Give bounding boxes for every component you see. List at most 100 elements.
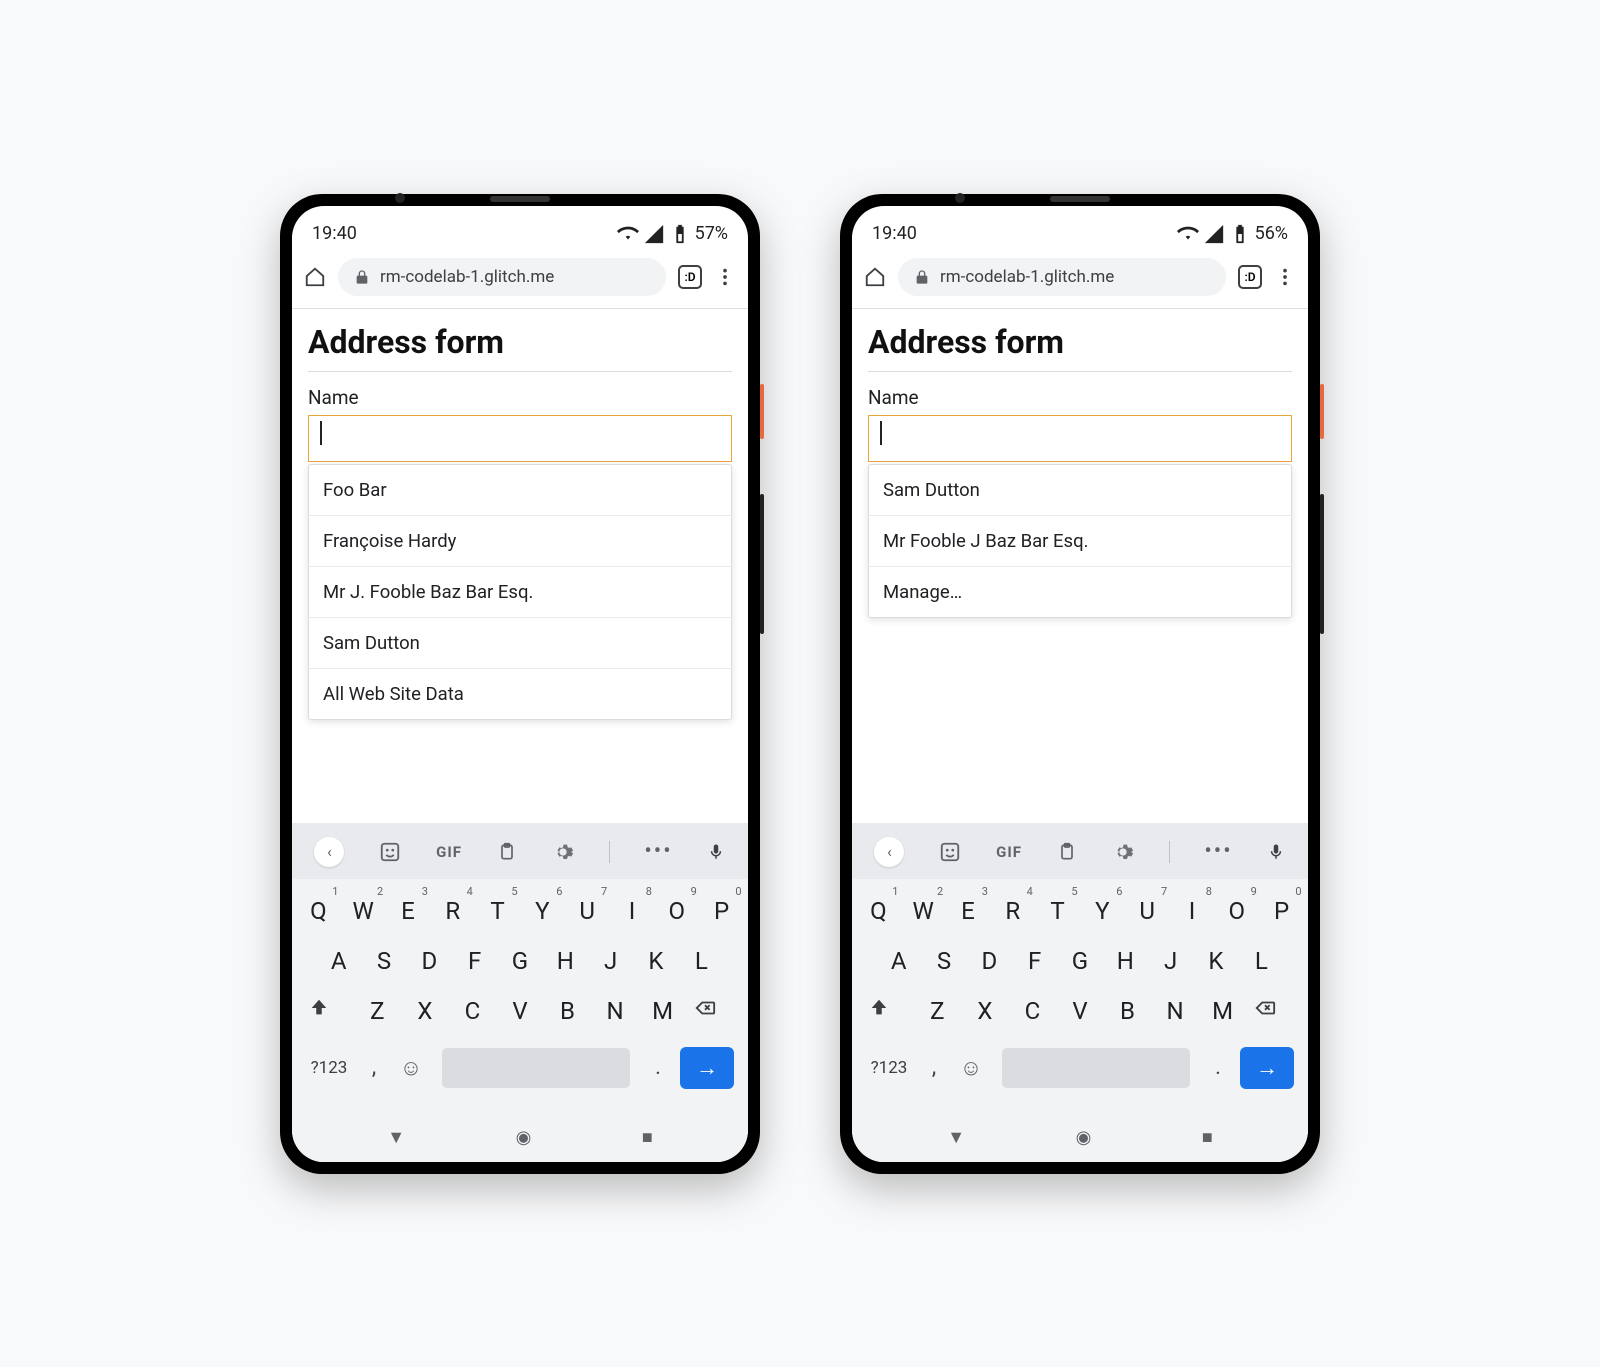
key-i[interactable]: I8 <box>614 897 650 925</box>
mic-icon[interactable] <box>1267 841 1285 863</box>
key-h[interactable]: H <box>1107 947 1143 975</box>
key-o[interactable]: O9 <box>1219 897 1255 925</box>
key-m[interactable]: M <box>1205 997 1241 1025</box>
name-field[interactable] <box>868 415 1292 462</box>
key-u[interactable]: U7 <box>1129 897 1165 925</box>
key-r[interactable]: R4 <box>435 897 471 925</box>
gear-icon[interactable] <box>552 841 574 863</box>
name-field[interactable] <box>308 415 732 462</box>
autofill-item[interactable]: Sam Dutton <box>869 465 1291 516</box>
sticker-icon[interactable] <box>379 841 401 863</box>
key-o[interactable]: O9 <box>659 897 695 925</box>
key-y[interactable]: Y6 <box>524 897 560 925</box>
key-x[interactable]: X <box>407 997 443 1025</box>
autofill-item[interactable]: Foo Bar <box>309 465 731 516</box>
key-t[interactable]: T5 <box>480 897 516 925</box>
sticker-icon[interactable] <box>939 841 961 863</box>
clipboard-icon[interactable] <box>1057 841 1077 863</box>
gif-button[interactable]: GIF <box>996 843 1022 861</box>
key-a[interactable]: A <box>881 947 917 975</box>
home-icon[interactable] <box>304 266 326 288</box>
key-t[interactable]: T5 <box>1040 897 1076 925</box>
key-l[interactable]: L <box>683 947 719 975</box>
url-bar[interactable]: rm-codelab-1.glitch.me <box>338 258 666 296</box>
key-c[interactable]: C <box>1014 997 1050 1025</box>
backspace-key[interactable] <box>1252 997 1292 1025</box>
menu-icon[interactable] <box>714 266 736 288</box>
key-m[interactable]: M <box>645 997 681 1025</box>
key-j[interactable]: J <box>593 947 629 975</box>
enter-key[interactable]: → <box>680 1047 734 1089</box>
key-b[interactable]: B <box>1110 997 1146 1025</box>
key-z[interactable]: Z <box>919 997 955 1025</box>
key-f[interactable]: F <box>457 947 493 975</box>
key-y[interactable]: Y6 <box>1084 897 1120 925</box>
more-icon[interactable]: ••• <box>644 839 672 864</box>
nav-recent-icon[interactable]: ■ <box>1202 1127 1213 1148</box>
key-h[interactable]: H <box>547 947 583 975</box>
nav-recent-icon[interactable]: ■ <box>642 1127 653 1148</box>
key-q[interactable]: Q1 <box>300 897 336 925</box>
key-q[interactable]: Q1 <box>860 897 896 925</box>
key-v[interactable]: V <box>502 997 538 1025</box>
nav-home-icon[interactable]: ◉ <box>516 1127 532 1148</box>
key-k[interactable]: K <box>1198 947 1234 975</box>
key-p[interactable]: P0 <box>1264 897 1300 925</box>
key-v[interactable]: V <box>1062 997 1098 1025</box>
key-r[interactable]: R4 <box>995 897 1031 925</box>
key-j[interactable]: J <box>1153 947 1189 975</box>
key-l[interactable]: L <box>1243 947 1279 975</box>
key-g[interactable]: G <box>1062 947 1098 975</box>
backspace-key[interactable] <box>692 997 732 1025</box>
key-d[interactable]: D <box>411 947 447 975</box>
emoji-key[interactable]: ☺ <box>956 1055 986 1081</box>
more-icon[interactable]: ••• <box>1204 839 1232 864</box>
key-z[interactable]: Z <box>359 997 395 1025</box>
clipboard-icon[interactable] <box>497 841 517 863</box>
tabs-button[interactable]: :D <box>1238 265 1262 289</box>
key-x[interactable]: X <box>967 997 1003 1025</box>
spacebar[interactable] <box>442 1048 630 1088</box>
key-w[interactable]: W2 <box>905 897 941 925</box>
key-e[interactable]: E3 <box>390 897 426 925</box>
key-p[interactable]: P0 <box>704 897 740 925</box>
key-n[interactable]: N <box>1157 997 1193 1025</box>
autofill-item[interactable]: Mr J. Fooble Baz Bar Esq. <box>309 567 731 618</box>
comma-key[interactable]: , <box>922 1055 946 1080</box>
key-b[interactable]: B <box>550 997 586 1025</box>
key-f[interactable]: F <box>1017 947 1053 975</box>
gear-icon[interactable] <box>1112 841 1134 863</box>
emoji-key[interactable]: ☺ <box>396 1055 426 1081</box>
key-i[interactable]: I8 <box>1174 897 1210 925</box>
shift-key[interactable] <box>868 997 908 1025</box>
autofill-item[interactable]: All Web Site Data <box>309 669 731 719</box>
key-d[interactable]: D <box>971 947 1007 975</box>
key-n[interactable]: N <box>597 997 633 1025</box>
shift-key[interactable] <box>308 997 348 1025</box>
symbols-key[interactable]: ?123 <box>866 1058 912 1078</box>
autofill-item[interactable]: Françoise Hardy <box>309 516 731 567</box>
autofill-item[interactable]: Sam Dutton <box>309 618 731 669</box>
key-s[interactable]: S <box>366 947 402 975</box>
autofill-item[interactable]: Manage… <box>869 567 1291 617</box>
key-c[interactable]: C <box>454 997 490 1025</box>
menu-icon[interactable] <box>1274 266 1296 288</box>
key-u[interactable]: U7 <box>569 897 605 925</box>
nav-back-icon[interactable]: ▼ <box>387 1127 405 1148</box>
symbols-key[interactable]: ?123 <box>306 1058 352 1078</box>
autofill-item[interactable]: Mr Fooble J Baz Bar Esq. <box>869 516 1291 567</box>
key-w[interactable]: W2 <box>345 897 381 925</box>
tabs-button[interactable]: :D <box>678 265 702 289</box>
home-icon[interactable] <box>864 266 886 288</box>
enter-key[interactable]: → <box>1240 1047 1294 1089</box>
nav-home-icon[interactable]: ◉ <box>1076 1127 1092 1148</box>
mic-icon[interactable] <box>707 841 725 863</box>
gif-button[interactable]: GIF <box>436 843 462 861</box>
collapse-icon[interactable]: ‹ <box>314 837 344 867</box>
key-a[interactable]: A <box>321 947 357 975</box>
collapse-icon[interactable]: ‹ <box>874 837 904 867</box>
url-bar[interactable]: rm-codelab-1.glitch.me <box>898 258 1226 296</box>
period-key[interactable]: . <box>646 1055 670 1080</box>
key-e[interactable]: E3 <box>950 897 986 925</box>
nav-back-icon[interactable]: ▼ <box>947 1127 965 1148</box>
